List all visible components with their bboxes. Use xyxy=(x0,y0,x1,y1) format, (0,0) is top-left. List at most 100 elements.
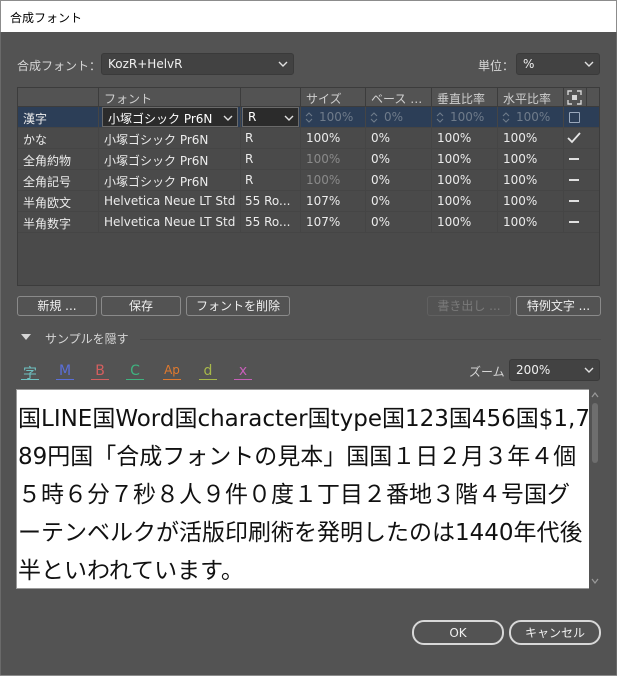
column-divider xyxy=(365,88,366,107)
guide-glyph: d xyxy=(203,363,213,379)
descender-guide-icon[interactable]: d xyxy=(198,363,218,380)
font-family-dropdown[interactable]: 小塚ゴシック Pr6N xyxy=(102,107,238,127)
font-style-dropdown[interactable]: R xyxy=(242,107,299,127)
zoom-dropdown[interactable]: 200% xyxy=(509,359,600,381)
ok-button[interactable]: OK xyxy=(412,620,504,645)
guide-underline xyxy=(91,379,109,380)
row-style: 55 Ro... xyxy=(245,215,291,229)
column-divider xyxy=(431,107,432,233)
column-divider xyxy=(98,107,99,233)
header-size[interactable]: サイズ xyxy=(306,90,342,107)
delete-font-button[interactable]: フォントを削除 xyxy=(186,296,290,316)
guide-underline xyxy=(56,379,74,380)
header-vertical-scale[interactable]: 垂直比率 xyxy=(437,90,485,107)
hide-sample-toggle[interactable]: サンプルを隠す xyxy=(45,330,129,347)
section-divider xyxy=(140,339,601,340)
row-name: 漢字 xyxy=(23,112,48,126)
table-row[interactable]: 漢字 小塚ゴシック Pr6N R 100% 0% 100% 100% xyxy=(18,107,599,128)
row-vertical-scale[interactable]: 100% xyxy=(450,110,484,124)
column-divider xyxy=(300,88,301,107)
row-font: 小塚ゴシック Pr6N xyxy=(104,154,209,168)
column-divider xyxy=(497,107,498,233)
ascender-guide-icon[interactable]: Ap xyxy=(162,363,182,380)
exceptions-button[interactable]: 特例文字 ... xyxy=(516,296,601,316)
scroll-up-icon[interactable] xyxy=(591,392,599,398)
row-size[interactable]: 100% xyxy=(319,110,353,124)
units-dropdown[interactable]: % xyxy=(516,53,600,75)
triangle-down-icon[interactable] xyxy=(21,334,31,341)
check-icon[interactable] xyxy=(567,132,581,144)
scale-from-center-checkbox[interactable] xyxy=(569,112,580,123)
column-divider xyxy=(240,107,241,233)
cap-height-guide-icon[interactable]: C xyxy=(125,363,145,380)
row-baseline: 0% xyxy=(371,215,391,229)
header-horizontal-scale[interactable]: 水平比率 xyxy=(503,90,551,107)
guide-glyph: M xyxy=(58,363,72,379)
table-row[interactable]: 全角記号 小塚ゴシック Pr6N R 100% 0% 100% 100% xyxy=(18,170,599,191)
row-horizontal-scale: 100% xyxy=(503,194,538,208)
table-row[interactable]: かな 小塚ゴシック Pr6N R 100% 0% 100% 100% xyxy=(18,128,599,149)
row-baseline: 0% xyxy=(371,152,391,166)
row-size: 100% xyxy=(306,173,341,187)
row-font: Helvetica Neue LT Std xyxy=(104,215,236,229)
units-value: % xyxy=(523,57,535,71)
sample-preview: 国LINE国Word国character国type国123国456国$1,789… xyxy=(16,389,590,589)
column-divider xyxy=(563,88,564,107)
new-button[interactable]: 新規 ... xyxy=(17,296,97,316)
zoom-label: ズーム xyxy=(469,365,505,379)
row-font: 小塚ゴシック Pr6N xyxy=(104,133,209,147)
dash-icon[interactable] xyxy=(569,200,579,202)
row-font: 小塚ゴシック Pr6N xyxy=(104,175,209,189)
scrollbar-thumb[interactable] xyxy=(592,403,598,463)
row-horizontal-scale: 100% xyxy=(503,131,538,145)
guide-glyph: B xyxy=(95,363,105,379)
preview-scrollbar[interactable] xyxy=(589,389,601,589)
chevron-down-icon xyxy=(284,115,294,121)
composite-font-dropdown[interactable]: KozR+HelvR xyxy=(101,53,294,75)
row-baseline: 0% xyxy=(371,173,391,187)
cancel-button[interactable]: キャンセル xyxy=(509,620,601,645)
dash-icon[interactable] xyxy=(569,179,579,181)
em-box-guide-icon[interactable]: M xyxy=(55,363,75,380)
row-vertical-scale: 100% xyxy=(437,194,472,208)
stepper-icon[interactable] xyxy=(370,111,378,124)
scroll-down-icon[interactable] xyxy=(591,578,599,584)
save-button[interactable]: 保存 xyxy=(101,296,181,316)
composite-font-value: KozR+HelvR xyxy=(108,57,183,71)
table-row[interactable]: 半角欧文 Helvetica Neue LT Std 55 Ro... 107%… xyxy=(18,191,599,212)
column-divider xyxy=(240,88,241,107)
row-horizontal-scale[interactable]: 100% xyxy=(516,110,550,124)
row-size: 107% xyxy=(306,215,341,229)
table-header: フォント サイズ ベース … 垂直比率 水平比率 xyxy=(18,88,599,107)
header-baseline[interactable]: ベース … xyxy=(371,90,431,107)
column-divider xyxy=(586,88,587,107)
row-baseline[interactable]: 0% xyxy=(384,110,403,124)
chevron-down-icon xyxy=(223,115,233,121)
column-divider xyxy=(431,88,432,107)
export-button[interactable]: 書き出し ... xyxy=(427,296,511,316)
table-row[interactable]: 半角数字 Helvetica Neue LT Std 55 Ro... 107%… xyxy=(18,212,599,233)
row-vertical-scale: 100% xyxy=(437,215,472,229)
header-font[interactable]: フォント xyxy=(104,90,152,107)
font-style-value: R xyxy=(248,110,257,124)
stepper-icon[interactable] xyxy=(502,111,510,124)
row-name: 全角記号 xyxy=(23,175,72,189)
guide-underline xyxy=(126,379,144,380)
row-size: 100% xyxy=(306,152,341,166)
column-divider xyxy=(300,107,301,233)
ideographic-box-guide-icon[interactable]: 字 xyxy=(20,363,40,383)
stepper-icon[interactable] xyxy=(305,111,313,124)
dash-icon[interactable] xyxy=(569,221,579,223)
baseline-guide-icon[interactable]: B xyxy=(90,363,110,380)
row-style: R xyxy=(245,173,254,187)
fit-frame-icon[interactable] xyxy=(566,89,583,106)
dash-icon[interactable] xyxy=(569,158,579,160)
font-settings-table: フォント サイズ ベース … 垂直比率 水平比率 漢字 小塚ゴシック Pr6N … xyxy=(17,87,600,286)
stepper-icon[interactable] xyxy=(436,111,444,124)
x-height-guide-icon[interactable]: x xyxy=(233,363,253,380)
title-bar: 合成フォント xyxy=(0,0,617,32)
composite-font-label: 合成フォント： xyxy=(17,59,102,73)
chevron-down-icon xyxy=(584,61,594,67)
table-row[interactable]: 全角約物 小塚ゴシック Pr6N R 100% 0% 100% 100% xyxy=(18,149,599,170)
row-horizontal-scale: 100% xyxy=(503,173,538,187)
